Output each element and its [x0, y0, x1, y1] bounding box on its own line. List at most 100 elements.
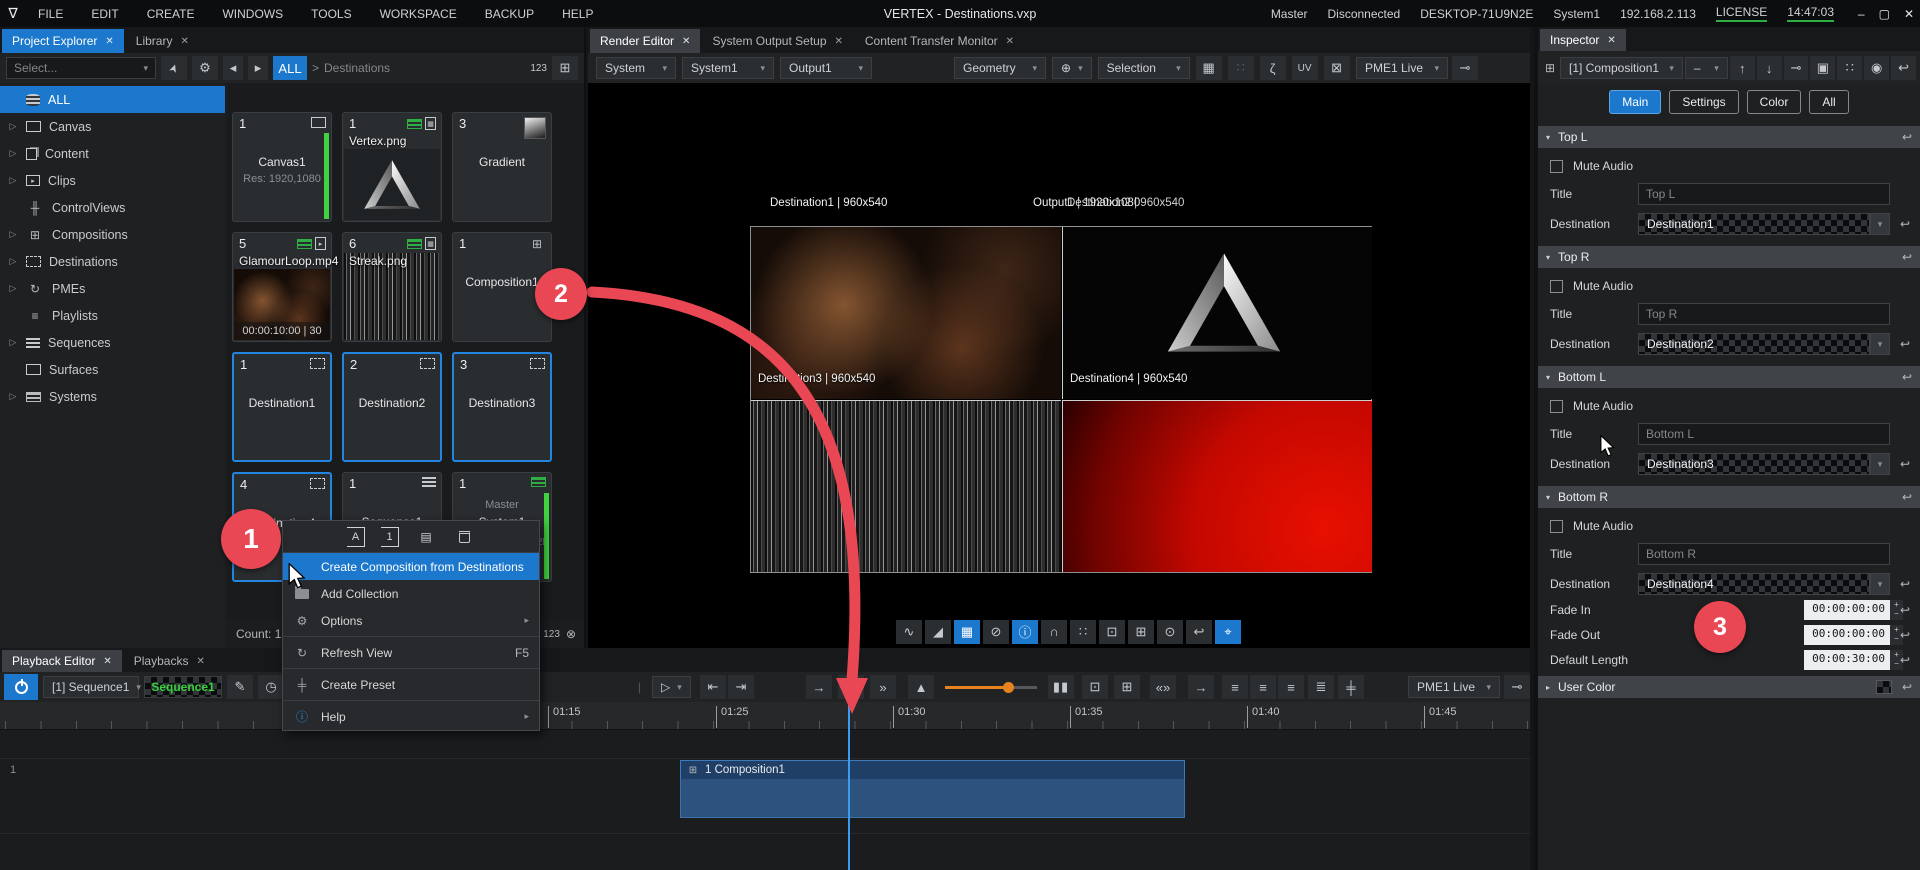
bezier-button[interactable]: ζ [1260, 56, 1286, 80]
audio-meter-button[interactable]: ▮▮ [1048, 675, 1074, 699]
tree-item-compositions[interactable]: ▷⊞Compositions [0, 221, 225, 248]
delete-button[interactable] [453, 527, 475, 547]
magnet-snap-button[interactable]: ∩ [1041, 620, 1067, 644]
breadcrumb-forward-button[interactable]: ▸ [248, 56, 268, 80]
chevron-down-icon[interactable]: ▾ [1870, 213, 1890, 235]
menu-item-options[interactable]: ⚙Options▸ [283, 607, 539, 634]
mute-audio-checkbox[interactable] [1550, 160, 1563, 173]
section-header[interactable]: ▾Bottom L↩ [1538, 366, 1920, 388]
vertex-snap-button[interactable]: ∷ [1228, 56, 1254, 80]
pme-live-dropdown[interactable]: PME1 Live▾ [1356, 57, 1448, 79]
jump-in-button[interactable]: → [806, 675, 832, 699]
close-icon[interactable]: ✕ [103, 656, 111, 667]
user-color-swatch[interactable] [1876, 680, 1892, 694]
card-vertex-png[interactable]: 1 ▦ Vertex.png [342, 112, 442, 222]
system1-dropdown[interactable]: System1▾ [682, 57, 774, 79]
row-options-button[interactable]: ≣ [1308, 675, 1334, 699]
frame-in-button[interactable]: ⊡ [1082, 675, 1108, 699]
inspected-object-dropdown[interactable]: [1] Composition1 (['▾ [1560, 57, 1683, 79]
mask-overlay-button[interactable]: ⊘ [983, 620, 1009, 644]
tab-system-output-setup[interactable]: System Output Setup✕ [702, 29, 852, 53]
expander-icon[interactable]: ▷ [8, 175, 18, 186]
link-icon[interactable]: ↩ [1902, 680, 1912, 694]
sequence-selector-dropdown[interactable]: [1] Sequence1▾ [43, 676, 139, 698]
loop-button[interactable]: ⇄ [838, 675, 864, 699]
tab-playbacks[interactable]: Playbacks✕ [124, 650, 215, 672]
follow-selection-button[interactable]: ↩ [1891, 56, 1916, 80]
frame-out-button[interactable]: ⊞ [1114, 675, 1140, 699]
mode-color[interactable]: Color [1747, 90, 1802, 114]
breadcrumb-all-chip[interactable]: ALL [273, 56, 307, 80]
link-icon[interactable]: ↩ [1900, 577, 1910, 591]
output-dropdown[interactable]: Output1▾ [780, 57, 872, 79]
link-icon[interactable]: ↩ [1900, 337, 1910, 351]
tab-inspector[interactable]: Inspector✕ [1540, 29, 1626, 51]
components-button[interactable]: ∷ [1837, 56, 1862, 80]
tree-item-canvas[interactable]: ▷Canvas [0, 113, 225, 140]
waveform-button[interactable]: ∿ [896, 620, 922, 644]
fade-out-value[interactable]: 00:00:00:00 [1804, 625, 1890, 645]
tree-item-surfaces[interactable]: Surfaces [0, 356, 225, 383]
maximize-button[interactable]: ▢ [1879, 7, 1890, 21]
mark-in-button[interactable]: ⇤ [700, 675, 726, 699]
menu-item-create-preset[interactable]: ╪Create Preset [283, 671, 539, 698]
link-icon[interactable]: ↩ [1902, 370, 1912, 384]
destination-dropdown[interactable]: Destination2 [1638, 333, 1870, 355]
tree-item-destinations[interactable]: ▷Destinations [0, 248, 225, 275]
collapse-tracks-button[interactable]: «» [1150, 675, 1176, 699]
section-header[interactable]: ▾Bottom R↩ [1538, 486, 1920, 508]
grid-view-button[interactable]: ⊞ [552, 56, 578, 80]
pin-inspector-button[interactable]: ⊸ [1784, 56, 1809, 80]
cue-play-dropdown[interactable]: ▷▾ [652, 676, 691, 698]
clip-body[interactable] [680, 779, 1185, 818]
selection-mode-dropdown[interactable]: Selection▾ [1098, 57, 1190, 79]
link-icon[interactable]: ↩ [1900, 603, 1910, 617]
tab-playback-editor[interactable]: Playback Editor✕ [2, 650, 122, 672]
link-icon[interactable]: ↩ [1900, 217, 1910, 231]
output-canvas[interactable] [750, 226, 1372, 573]
pme-live-dropdown[interactable]: PME1 Live▾ [1408, 676, 1500, 698]
clear-filter-icon[interactable]: ⊗ [566, 627, 576, 641]
sort-numeric-button[interactable]: 123 [530, 63, 547, 74]
visibility-button[interactable]: ◉ [1864, 56, 1889, 80]
levels-button[interactable]: ▲ [908, 675, 934, 699]
close-icon[interactable]: ✕ [1006, 36, 1014, 47]
snapshot-button[interactable]: ⊙ [1157, 620, 1183, 644]
align-right-button[interactable]: ≡ [1278, 675, 1304, 699]
link-icon[interactable]: ↩ [1902, 130, 1912, 144]
active-sequence-badge[interactable]: Sequence1 [144, 676, 222, 698]
card-gradient[interactable]: 3 Gradient [452, 112, 552, 222]
mode-all[interactable]: All [1809, 90, 1848, 114]
menu-item-create-composition[interactable]: Create Composition from Destinations [283, 553, 539, 580]
close-icon[interactable]: ✕ [180, 36, 188, 47]
menu-file[interactable]: FILE [26, 3, 75, 25]
grid-overlay-button[interactable]: ▦ [954, 620, 980, 644]
title-input[interactable] [1638, 183, 1890, 205]
fade-in-value[interactable]: 00:00:00:00 [1804, 600, 1890, 620]
uv-button[interactable]: UV [1292, 56, 1318, 80]
link-icon[interactable]: ↩ [1900, 628, 1910, 642]
destination-dropdown[interactable]: Destination4 [1638, 573, 1870, 595]
chevron-down-icon[interactable]: ▾ [1870, 453, 1890, 475]
breadcrumb-back-button[interactable]: ◂ [223, 56, 243, 80]
expander-icon[interactable]: ▷ [8, 283, 18, 294]
link-icon[interactable]: ↩ [1902, 250, 1912, 264]
settings-button[interactable]: ⚙ [192, 56, 218, 80]
timecode-button[interactable]: ◷ [258, 675, 284, 699]
expander-icon[interactable]: ▷ [8, 391, 18, 402]
playback-power-button[interactable] [4, 674, 38, 700]
expander-icon[interactable]: ▷ [8, 256, 18, 267]
card-canvas1[interactable]: 1 Canvas1 Res: 1920,1080 [232, 112, 332, 222]
tree-item-clips[interactable]: ▷▸Clips [0, 167, 225, 194]
destination-dropdown[interactable]: Destination1 [1638, 213, 1870, 235]
menu-workspace[interactable]: WORKSPACE [368, 3, 469, 25]
title-input[interactable] [1638, 543, 1890, 565]
link-icon[interactable]: ↩ [1902, 490, 1912, 504]
section-header[interactable]: ▸User Color↩ [1538, 676, 1920, 698]
tab-project-explorer[interactable]: Project Explorer ✕ [2, 29, 124, 53]
jump-out-button[interactable]: » [870, 675, 896, 699]
edit-sequence-button[interactable]: ✎ [227, 675, 253, 699]
align-left-button[interactable]: ≡ [1222, 675, 1248, 699]
tab-content-transfer-monitor[interactable]: Content Transfer Monitor✕ [855, 29, 1024, 53]
chevron-down-icon[interactable]: ▾ [1870, 333, 1890, 355]
